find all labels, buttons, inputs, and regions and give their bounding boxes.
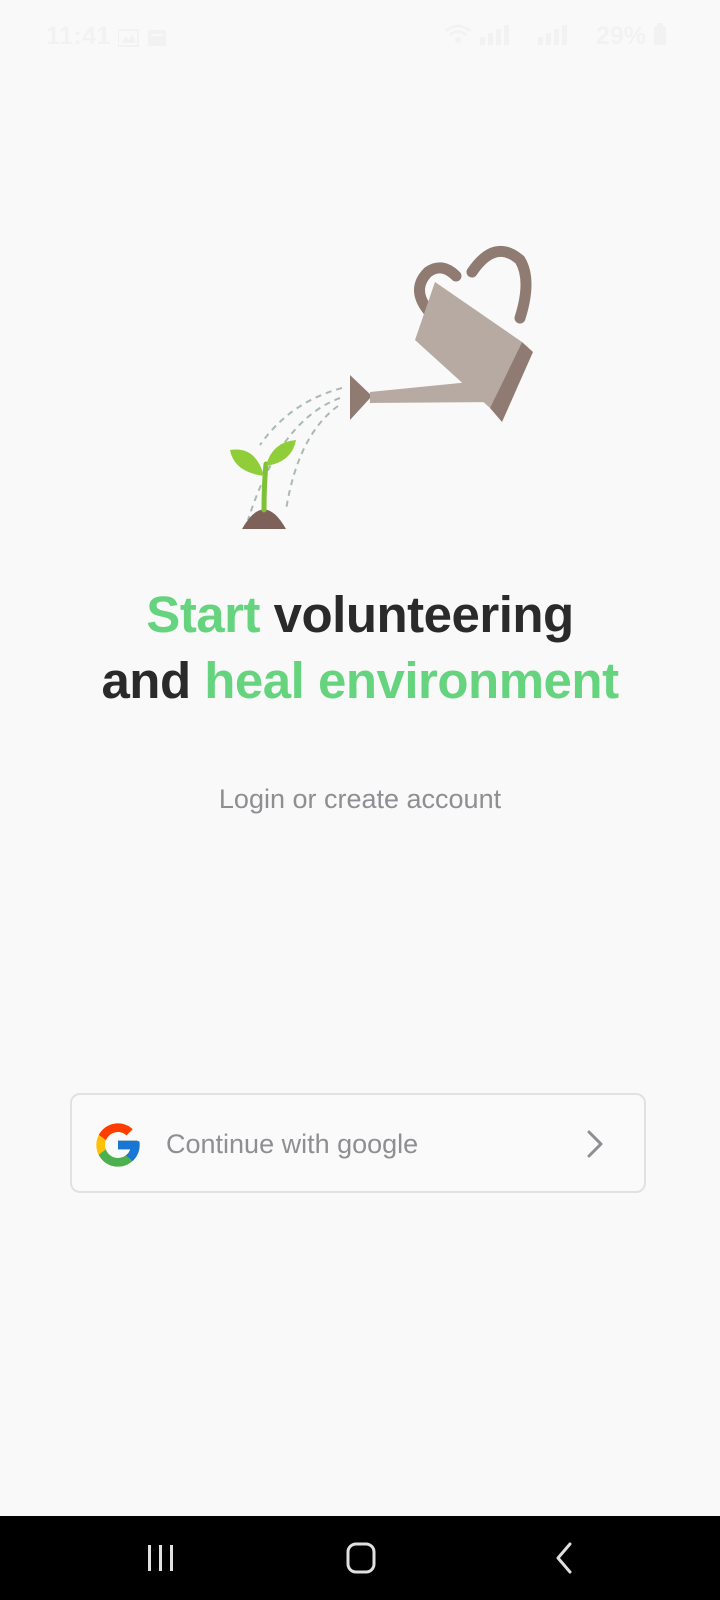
status-right-group: 29% [444,22,666,51]
google-button-label: Continue with google [166,1129,419,1159]
recent-apps-icon[interactable] [139,1536,183,1580]
chevron-right-icon [586,1129,604,1159]
google-g-icon [92,1119,144,1171]
headline-line-2: and heal environment [0,648,720,714]
wifi-icon [444,23,472,50]
status-bar: 11:41 29% [0,0,720,80]
continue-with-google-button[interactable]: Continue with google [70,1093,646,1193]
subtitle: Login or create account [218,784,502,814]
headline-start: Start [146,586,260,643]
headline-and: and [101,652,205,709]
status-time: 11:41 [46,22,112,50]
headline-heal-environment: heal environment [204,652,619,709]
watering-can-sprout-illustration [220,240,560,540]
headline-line-1: Start volunteering [0,582,720,648]
notification-icons [117,28,172,53]
back-icon[interactable] [542,1536,586,1580]
headline: Start volunteering and heal environment [0,582,720,714]
headline-volunteering: volunteering [260,586,575,643]
battery-percent: 29% [595,22,646,50]
signal-icon-2 [537,23,588,50]
home-icon[interactable] [340,1536,384,1580]
system-navigation-bar [0,1516,720,1600]
battery-icon [654,23,666,50]
signal-icon [479,23,530,50]
